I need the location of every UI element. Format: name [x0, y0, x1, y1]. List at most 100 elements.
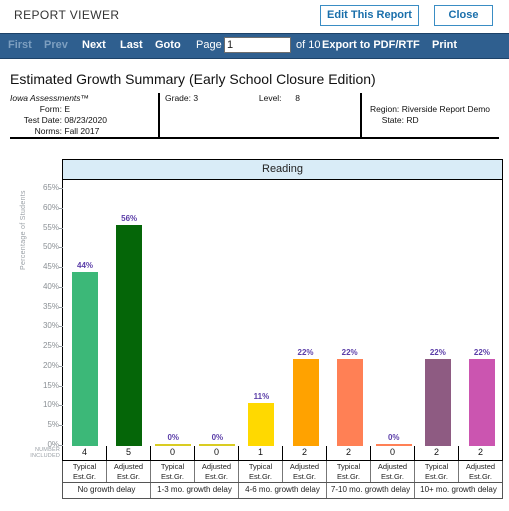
meta-column-region: Region: Riverside Report Demo State: RD — [370, 93, 509, 126]
report-meta: Iowa Assessments™ Form: E Test Date: 08/… — [10, 93, 499, 137]
level-label: Level: — [258, 93, 282, 103]
chart-bar-value-label: 44% — [77, 261, 94, 271]
form-row: Form: E — [10, 104, 155, 115]
chart-bar[interactable] — [292, 359, 319, 446]
y-axis-tick-label: 20% — [42, 360, 59, 370]
norms-row: Norms: Fall 2017 — [10, 126, 155, 137]
growth-type-text: Typical — [336, 462, 361, 471]
growth-type-text: Est.Gr. — [205, 471, 228, 481]
test-date-value: 08/23/2020 — [64, 115, 107, 125]
chart-bar-slot: 0% — [151, 180, 195, 446]
chart-title-bar: Reading — [63, 160, 502, 180]
growth-type-text: Typical — [160, 462, 185, 471]
number-included-cell: 2 — [283, 446, 327, 460]
page-number-input[interactable] — [224, 37, 291, 53]
y-axis-tick-label: 40% — [42, 281, 59, 291]
y-axis-tick-label: 30% — [42, 321, 59, 331]
y-axis-tick-label: 60% — [42, 202, 59, 212]
growth-type-cell: Typical Est.Gr. — [415, 461, 459, 482]
grade-level-row: Grade: 3 Level: 8 — [165, 93, 355, 104]
region-label: Region: — [370, 104, 400, 114]
number-included-cell: 0 — [151, 446, 195, 460]
growth-type-text: Adjusted — [113, 462, 144, 471]
growth-type-cell: Typical Est.Gr. — [239, 461, 283, 482]
growth-type-text: Est.Gr. — [161, 471, 184, 481]
chart-bar-slot: 22% — [328, 180, 372, 446]
form-label: Form: — [39, 104, 62, 114]
y-axis-tick-label: 5% — [47, 420, 59, 430]
chart-bar-value-label: 22% — [473, 348, 490, 358]
nav-prev-button[interactable]: Prev — [44, 39, 68, 51]
form-value: E — [64, 104, 71, 114]
report-navigation-bar: First Prev Next Last Goto Page of 10 Exp… — [0, 33, 509, 59]
chart-bar-slot: 0% — [372, 180, 416, 446]
nav-next-button[interactable]: Next — [82, 39, 106, 51]
growth-type-cell: Adjusted Est.Gr. — [283, 461, 327, 482]
y-axis-tick-label: 15% — [42, 380, 59, 390]
y-axis-tick-label: 50% — [42, 242, 59, 252]
close-button[interactable]: Close — [434, 5, 493, 26]
growth-type-text: Est.Gr. — [249, 471, 272, 481]
meta-column-assessment: Iowa Assessments™ Form: E Test Date: 08/… — [10, 93, 155, 137]
y-axis-tick-label: 65% — [42, 183, 59, 192]
growth-delay-group-cell: 4-6 mo. growth delay — [239, 483, 327, 498]
chart-bar-slot: 22% — [416, 180, 460, 446]
export-pdf-rtf-button[interactable]: Export to PDF/RTF — [322, 39, 420, 51]
chart-bar[interactable] — [116, 224, 143, 446]
chart-bar[interactable] — [72, 272, 98, 446]
chart-bar-value-label: 22% — [429, 348, 446, 358]
y-axis-title: Percentage of Students — [20, 190, 27, 270]
test-date-row: Test Date: 08/23/2020 — [10, 115, 155, 126]
growth-type-text: Est.Gr. — [337, 471, 360, 481]
growth-type-text: Adjusted — [289, 462, 320, 471]
print-button[interactable]: Print — [432, 39, 457, 51]
number-included-row: 4500122022 — [62, 446, 503, 461]
chart-bar[interactable] — [248, 402, 275, 446]
edit-this-report-button[interactable]: Edit This Report — [320, 5, 419, 26]
nav-last-button[interactable]: Last — [120, 39, 143, 51]
chart-bar-slot: 22% — [460, 180, 504, 446]
growth-type-text: Est.Gr. — [381, 471, 404, 481]
growth-type-text: Adjusted — [465, 462, 496, 471]
growth-type-text: Est.Gr. — [425, 471, 448, 481]
norms-label: Norms: — [34, 126, 62, 136]
chart-bar-value-label: 0% — [167, 433, 180, 442]
chart-bar[interactable] — [424, 359, 451, 446]
growth-type-cell: Typical Est.Gr. — [151, 461, 195, 482]
chart-bar-value-label: 22% — [297, 348, 314, 358]
number-included-cell: 2 — [415, 446, 459, 460]
page-total-label: of 10 — [296, 39, 321, 51]
growth-type-text: Adjusted — [201, 462, 232, 471]
growth-type-text: Est.Gr. — [117, 471, 140, 481]
page-title: REPORT VIEWER — [14, 8, 120, 22]
number-included-cell: 2 — [477, 447, 483, 457]
number-included-cell: 0 — [371, 446, 415, 460]
state-value: RD — [406, 115, 419, 125]
region-row: Region: Riverside Report Demo — [370, 104, 509, 115]
chart-bar[interactable] — [336, 359, 363, 446]
growth-type-text: Adjusted — [377, 462, 408, 471]
growth-type-text: Typical — [72, 462, 97, 471]
chart-bar-slot: 44% — [63, 180, 107, 446]
grade-label: Grade: — [165, 93, 191, 103]
y-axis-tick-label: 45% — [42, 262, 59, 272]
growth-type-text: Typical — [248, 462, 273, 471]
report-header: Estimated Growth Summary (Early School C… — [0, 59, 509, 149]
nav-first-button[interactable]: First — [8, 39, 32, 51]
growth-type-cell: Adjusted Est.Gr. — [371, 461, 415, 482]
growth-delay-group-cell: 10+ mo. growth delay — [420, 485, 497, 494]
chart-bar-value-label: 22% — [341, 348, 358, 358]
meta-column-grade-level: Grade: 3 Level: 8 — [165, 93, 355, 104]
region-value: Riverside Report Demo — [401, 104, 491, 114]
chart-bar-slot: 56% — [107, 180, 151, 446]
growth-type-cell: Adjusted Est.Gr. — [195, 461, 239, 482]
y-axis-tick-label: 10% — [42, 400, 59, 410]
y-axis-tick-label: 35% — [42, 301, 59, 311]
y-axis-tick-label: 55% — [42, 222, 59, 232]
chart-bar-value-label: 0% — [211, 433, 224, 442]
chart-bar[interactable] — [468, 359, 495, 446]
growth-type-text: Typical — [424, 462, 449, 471]
header-rule — [10, 137, 499, 139]
nav-goto-button[interactable]: Goto — [155, 39, 181, 51]
growth-delay-group-row: No growth delay 1-3 mo. growth delay 4-6 m… — [62, 483, 503, 499]
